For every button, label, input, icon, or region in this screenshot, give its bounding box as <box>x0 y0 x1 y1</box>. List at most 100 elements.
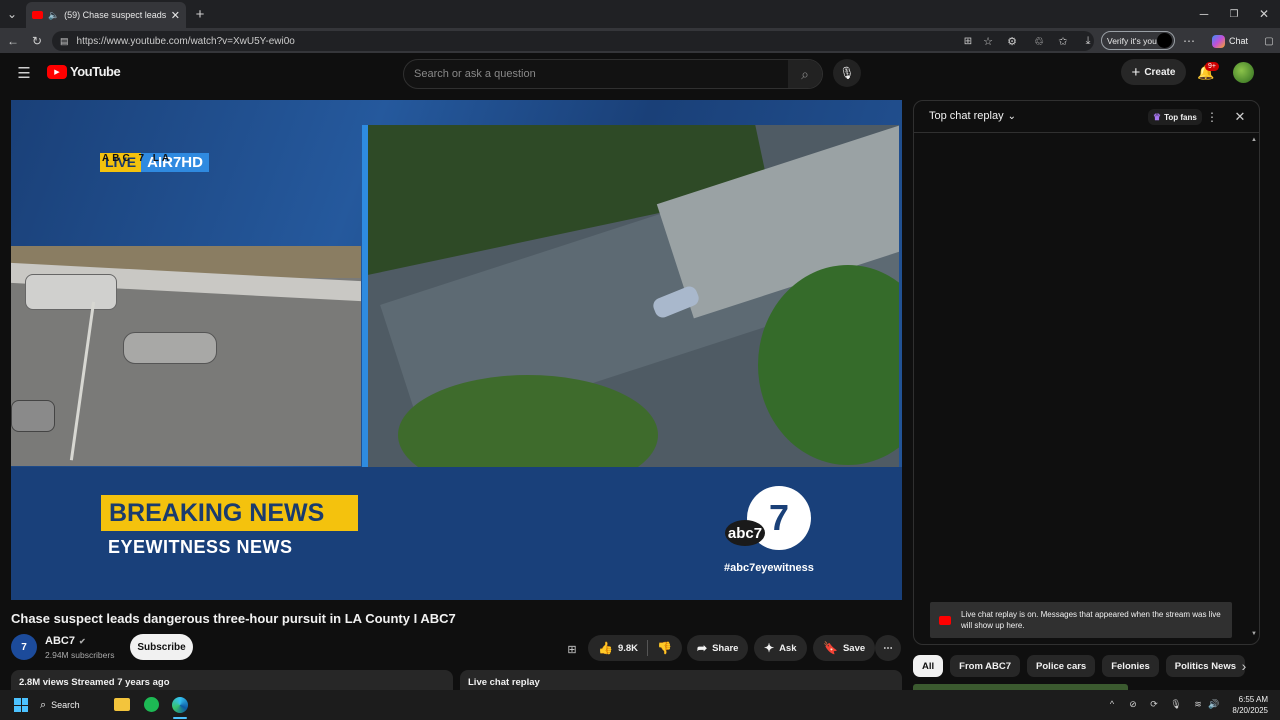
chat-close-icon[interactable]: ✕ <box>1232 109 1248 125</box>
youtube-notice-icon <box>939 615 951 625</box>
favorites-icon[interactable]: ✩ <box>1055 33 1071 49</box>
browser-tab-bar: ⌄ 🔈 (59) Chase suspect leads dangerous ✕… <box>0 0 1280 28</box>
tray-mic-icon[interactable]: 🎙 <box>1170 697 1182 711</box>
create-button[interactable]: + Create <box>1121 59 1186 85</box>
extensions-icon[interactable]: ⚙ <box>1004 33 1020 49</box>
reload-icon[interactable]: ↻ <box>29 33 45 49</box>
tray-no-network-icon[interactable]: ⊘ <box>1127 697 1139 711</box>
video-player[interactable]: LIVE AIR7HD ABC 7 LA BREAKING NEWS EYEWI… <box>11 100 902 600</box>
account-avatar[interactable] <box>1233 62 1254 83</box>
new-tab-icon[interactable]: + <box>192 6 208 23</box>
edge-browser-icon[interactable] <box>172 697 188 713</box>
chat-mode-dropdown[interactable]: Top chat replay ⌄ <box>929 110 1016 122</box>
thumbs-down-icon[interactable]: 👎 <box>657 641 672 655</box>
breaking-news-banner: BREAKING NEWS <box>101 495 358 531</box>
abc7-seven-glyph: 7 <box>768 497 790 538</box>
channel-name: ABC7 <box>45 635 75 647</box>
chip-from-abc7[interactable]: From ABC7 <box>950 655 1021 677</box>
tab-close-icon[interactable]: ✕ <box>171 9 180 22</box>
speaker-icon[interactable]: 🔈 <box>48 10 59 21</box>
subscribe-button[interactable]: Subscribe <box>130 634 193 660</box>
more-options-icon[interactable]: ⋯ <box>1182 33 1196 49</box>
logo-text: YouTube <box>70 64 121 79</box>
address-bar-row: ← ↻ ▤ https://www.youtube.com/watch?v=Xw… <box>0 28 1280 53</box>
abc-circle-logo: abc7 <box>725 520 765 546</box>
channel-avatar[interactable]: 7 <box>11 634 37 660</box>
tray-sync-icon[interactable]: ⟳ <box>1148 697 1160 711</box>
taskbar-clock[interactable]: 6:55 AM 8/20/2025 <box>1226 694 1268 716</box>
taskbar-search-label: Search <box>51 700 80 710</box>
verified-check-icon: ✔ <box>78 636 86 646</box>
menu-icon[interactable]: ☰ <box>16 65 32 82</box>
share-arrow-icon: ➦ <box>697 641 708 655</box>
live-chat-replay-label: Live chat replay <box>468 677 540 688</box>
like-dislike-group: 👍 9.8K 👎 <box>588 635 682 661</box>
related-chips-row: All From ABC7 Police cars Felonies Polit… <box>913 655 1246 677</box>
youtube-logo[interactable]: ▶ YouTube <box>47 64 121 79</box>
copilot-chat-button[interactable]: Chat <box>1212 33 1248 49</box>
live-chat-replay-box[interactable]: Live chat replay <box>460 670 902 690</box>
chat-scrollbar[interactable]: ▲ ▼ <box>1251 137 1257 637</box>
verify-profile-button[interactable]: Verify it's you <box>1101 31 1175 50</box>
youtube-favicon-icon <box>32 11 43 19</box>
back-icon[interactable]: ← <box>5 33 21 49</box>
thumbs-up-icon[interactable]: 👍 <box>598 641 613 655</box>
channel-name-row[interactable]: ABC7 ✔ <box>45 635 86 647</box>
minimize-icon[interactable]: ─ <box>1196 6 1212 22</box>
chip-politics-news[interactable]: Politics News <box>1165 655 1246 677</box>
lane-line <box>69 301 96 461</box>
save-button[interactable]: 🔖 Save <box>813 635 876 661</box>
chat-menu-icon[interactable]: ⋮ <box>1205 109 1219 125</box>
site-info-icon[interactable]: ▤ <box>60 36 69 47</box>
more-actions-button[interactable]: ⋯ <box>875 635 901 661</box>
search-placeholder: Search or ask a question <box>414 68 536 80</box>
spotify-icon[interactable] <box>144 697 159 712</box>
voice-search-button[interactable]: 🎙 <box>833 59 861 87</box>
share-label: Share <box>712 642 739 654</box>
tray-volume-icon[interactable]: 🔊 <box>1208 697 1220 711</box>
search-button[interactable]: ⌕ <box>788 60 822 88</box>
description-box[interactable]: 2.8M views Streamed 7 years ago <box>11 670 453 690</box>
notice-text: Live chat replay is on. Messages that ap… <box>961 610 1221 630</box>
eyewitness-news-label: EYEWITNESS NEWS <box>108 537 293 557</box>
apps-grid-icon[interactable]: ⊞ <box>564 641 580 657</box>
chips-next-icon[interactable]: › <box>1236 658 1252 674</box>
abc7-la-label: ABC 7 LA <box>102 153 173 164</box>
like-count[interactable]: 9.8K <box>618 643 638 654</box>
taskbar-search[interactable]: ⌕ Search <box>40 696 80 714</box>
browser-tab[interactable]: 🔈 (59) Chase suspect leads dangerous ✕ <box>26 2 186 28</box>
create-label: Create <box>1144 66 1176 78</box>
browser-essentials-icon[interactable]: ♲ <box>1031 33 1047 49</box>
url-field[interactable]: ▤ https://www.youtube.com/watch?v=XwU5Y-… <box>52 31 1094 51</box>
taskbar-search-icon: ⌕ <box>40 698 47 711</box>
video-title: Chase suspect leads dangerous three-hour… <box>11 611 456 626</box>
tray-chevron-icon[interactable]: ^ <box>1106 697 1118 711</box>
app-available-icon[interactable]: ⊞ <box>960 33 976 49</box>
downloads-icon[interactable]: ⤓ <box>1080 33 1096 49</box>
chat-replay-notice: Live chat replay is on. Messages that ap… <box>930 602 1232 638</box>
tab-list-icon[interactable]: ⌄ <box>4 6 20 22</box>
chat-replay-panel: Top chat replay ⌄ ♛ Top fans ⋮ ✕ ▲ ▼ Liv… <box>913 100 1260 645</box>
ask-button[interactable]: ✦ Ask <box>754 635 807 661</box>
share-button[interactable]: ➦ Share <box>687 635 749 661</box>
youtube-play-icon: ▶ <box>47 64 67 79</box>
youtube-header: ☰ ▶ YouTube Search or ask a question ⌕ 🎙… <box>0 53 1280 93</box>
restore-icon[interactable]: ❐ <box>1226 6 1242 22</box>
scroll-up-icon[interactable]: ▲ <box>1251 137 1257 143</box>
mic-icon: 🎙 <box>839 66 855 80</box>
favorite-star-icon[interactable]: ☆ <box>980 33 996 49</box>
top-fans-button[interactable]: ♛ Top fans <box>1148 109 1202 125</box>
tray-wifi-icon[interactable]: ≋ <box>1192 697 1204 711</box>
scroll-down-icon[interactable]: ▼ <box>1251 631 1257 637</box>
sidebar-toggle-icon[interactable]: ▢ <box>1262 33 1276 49</box>
chip-all[interactable]: All <box>913 655 944 677</box>
ellipsis-icon: ⋯ <box>883 642 893 654</box>
chip-felonies[interactable]: Felonies <box>1102 655 1159 677</box>
chip-police-cars[interactable]: Police cars <box>1027 655 1096 677</box>
bookmark-icon: 🔖 <box>823 641 838 655</box>
chat-mode-label: Top chat replay <box>929 110 1004 122</box>
windows-start-icon[interactable] <box>14 698 28 712</box>
file-explorer-icon[interactable] <box>114 698 130 711</box>
search-input[interactable]: Search or ask a question ⌕ <box>403 59 823 89</box>
window-close-icon[interactable]: ✕ <box>1256 6 1272 22</box>
